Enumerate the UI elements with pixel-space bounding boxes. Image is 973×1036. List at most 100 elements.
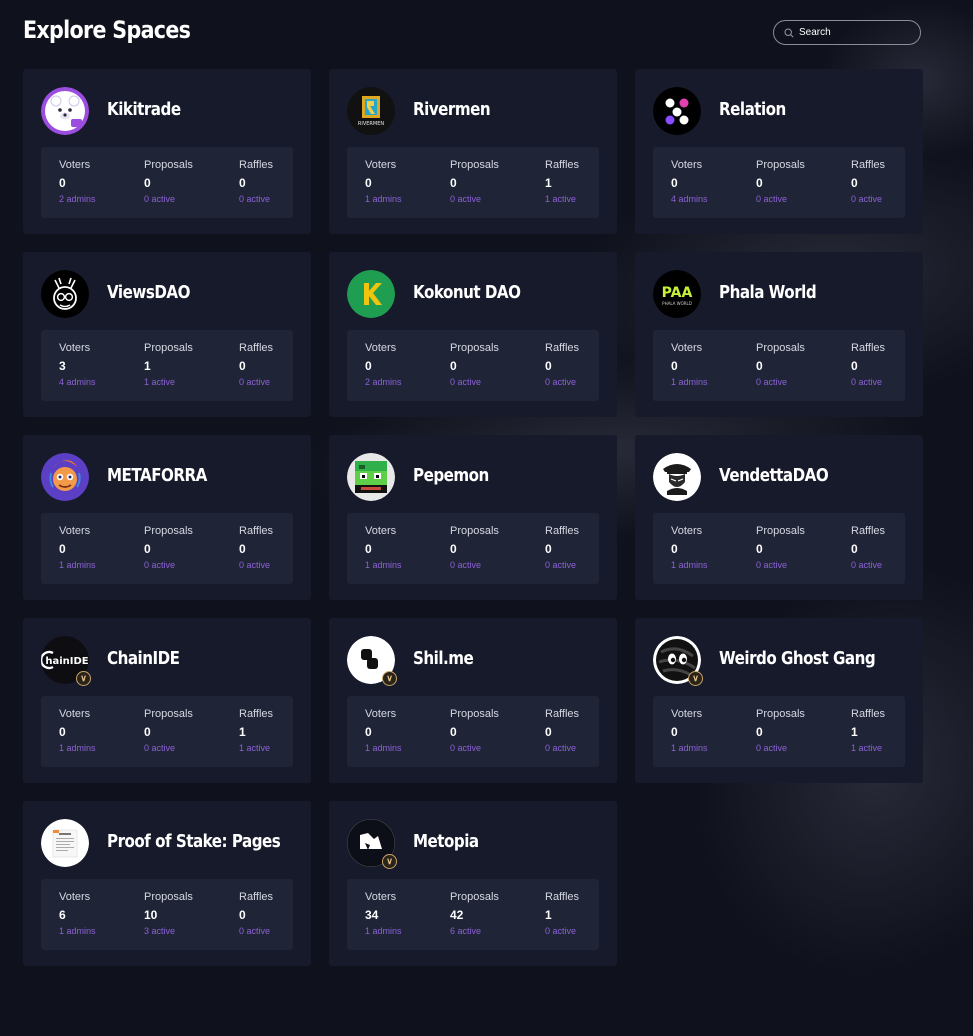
- voters-sublabel: 1 admins: [59, 926, 96, 936]
- space-name: Shil.me: [413, 648, 474, 669]
- search-box[interactable]: [773, 20, 921, 45]
- proposals-sublabel: 0 active: [756, 377, 788, 387]
- voters-label: Voters: [59, 159, 91, 171]
- proposals-count: 42: [450, 908, 464, 922]
- space-stats: Voters 0 1 admins Proposals 0 0 active Raffles…: [653, 513, 905, 584]
- search-icon: [784, 27, 794, 38]
- voters-label: Voters: [671, 342, 703, 354]
- space-card[interactable]: Relation Voters 0 4 admins Proposals 0 0 activ…: [635, 69, 923, 234]
- space-stats: Voters 0 1 admins Proposals 0 0 active Raffles…: [41, 513, 293, 584]
- space-card[interactable]: PAA PHALA WORLD Phala World Voters 0 1 admin…: [635, 252, 923, 417]
- raffles-label: Raffles: [545, 342, 580, 354]
- space-card[interactable]: VendettaDAO Voters 0 1 admins Proposals 0 0 ac…: [635, 435, 923, 600]
- proposals-label: Proposals: [144, 159, 193, 171]
- space-card[interactable]: RIVERMEN Rivermen Voters 0 1 admins Proposal…: [329, 69, 617, 234]
- proposals-count: 0: [144, 176, 151, 190]
- verified-badge-icon: ∨: [76, 671, 91, 686]
- space-card[interactable]: ∨ Weirdo Ghost Gang Voters 0 1 admins Proposa…: [635, 618, 923, 783]
- proposals-label: Proposals: [144, 342, 193, 354]
- space-stats: Voters 0 1 admins Proposals 0 0 active Raffles…: [347, 696, 599, 767]
- svg-text:hainIDE: hainIDE: [45, 656, 88, 667]
- space-card[interactable]: Proof of Stake: Pages Voters 6 1 admins Prop…: [23, 801, 311, 966]
- raffles-count: 0: [545, 725, 552, 739]
- voters-sublabel: 1 admins: [365, 560, 402, 570]
- raffles-label: Raffles: [851, 342, 886, 354]
- raffles-label: Raffles: [239, 891, 274, 903]
- space-card[interactable]: hainIDE ∨ ChainIDE Voters 0 1 admins Proposal…: [23, 618, 311, 783]
- voters-count: 0: [59, 542, 66, 556]
- shilme-logo: ∨: [347, 636, 397, 686]
- proposals-count: 0: [756, 359, 763, 373]
- proposals-label: Proposals: [144, 708, 193, 720]
- raffles-label: Raffles: [545, 891, 580, 903]
- metaforra-logo: [41, 453, 89, 501]
- space-name: Proof of Stake: Pages: [107, 831, 281, 852]
- proposals-sublabel: 0 active: [144, 743, 176, 753]
- voters-count: 0: [59, 725, 66, 739]
- space-name: Relation: [719, 99, 786, 120]
- voters-sublabel: 1 admins: [365, 194, 402, 204]
- proposals-label: Proposals: [756, 159, 805, 171]
- space-card[interactable]: METAFORRA Voters 0 1 admins Proposals 0 0 acti…: [23, 435, 311, 600]
- voters-label: Voters: [365, 342, 397, 354]
- voters-count: 0: [59, 176, 66, 190]
- raffles-sublabel: 0 active: [851, 560, 883, 570]
- svg-text:PAA: PAA: [662, 285, 693, 301]
- voters-count: 6: [59, 908, 66, 922]
- space-card[interactable]: ∨ Shil.me Voters 0 1 admins Proposals 0 0 activ…: [329, 618, 617, 783]
- raffles-count: 1: [239, 725, 246, 739]
- verified-badge-icon: ∨: [688, 671, 703, 686]
- raffles-count: 0: [545, 542, 552, 556]
- raffles-sublabel: 0 active: [545, 743, 577, 753]
- voters-count: 0: [365, 359, 372, 373]
- voters-sublabel: 4 admins: [671, 194, 708, 204]
- proposals-sublabel: 3 active: [144, 926, 176, 936]
- voters-sublabel: 1 admins: [671, 377, 708, 387]
- proposals-sublabel: 0 active: [144, 560, 176, 570]
- voters-count: 0: [671, 725, 678, 739]
- search-input[interactable]: [799, 27, 909, 38]
- viewsdao-logo: [41, 270, 89, 318]
- space-card[interactable]: Kokonut DAO Voters 0 2 admins Proposals 0 0 ac…: [329, 252, 617, 417]
- proposals-count: 10: [144, 908, 158, 922]
- vendetta-logo: [653, 453, 701, 501]
- raffles-count: 0: [239, 359, 246, 373]
- space-card[interactable]: Kikitrade Voters 0 2 admins Proposals 0 0 acti…: [23, 69, 311, 234]
- voters-label: Voters: [59, 891, 91, 903]
- proposals-sublabel: 0 active: [756, 560, 788, 570]
- space-card[interactable]: ∨ Metopia Voters 34 1 admins Proposals 42 6 act…: [329, 801, 617, 966]
- space-name: ViewsDAO: [107, 282, 190, 303]
- proposals-count: 0: [144, 725, 151, 739]
- raffles-label: Raffles: [239, 342, 274, 354]
- chainide-logo: hainIDE ∨: [41, 636, 91, 686]
- raffles-count: 0: [851, 176, 858, 190]
- space-card[interactable]: Pepemon Voters 0 1 admins Proposals 0 0 active…: [329, 435, 617, 600]
- proposals-count: 1: [144, 359, 151, 373]
- voters-count: 34: [365, 908, 379, 922]
- space-name: Kikitrade: [107, 99, 181, 120]
- proposals-label: Proposals: [450, 342, 499, 354]
- raffles-label: Raffles: [239, 159, 274, 171]
- raffles-label: Raffles: [545, 525, 580, 537]
- proposals-label: Proposals: [144, 525, 193, 537]
- proposals-label: Proposals: [756, 342, 805, 354]
- raffles-count: 0: [851, 542, 858, 556]
- raffles-label: Raffles: [239, 708, 274, 720]
- voters-count: 0: [365, 725, 372, 739]
- proposals-label: Proposals: [450, 159, 499, 171]
- voters-label: Voters: [365, 891, 397, 903]
- proposals-label: Proposals: [450, 525, 499, 537]
- raffles-count: 0: [239, 542, 246, 556]
- relation-logo: [653, 87, 701, 135]
- space-name: Phala World: [719, 282, 817, 303]
- raffles-sublabel: 0 active: [851, 194, 883, 204]
- space-card[interactable]: ViewsDAO Voters 3 4 admins Proposals 1 1 activ…: [23, 252, 311, 417]
- proposals-sublabel: 0 active: [450, 743, 482, 753]
- space-name: METAFORRA: [107, 465, 207, 486]
- space-name: Pepemon: [413, 465, 489, 486]
- voters-sublabel: 1 admins: [59, 560, 96, 570]
- raffles-sublabel: 0 active: [239, 926, 271, 936]
- space-stats: Voters 0 1 admins Proposals 0 0 active Raffles…: [347, 513, 599, 584]
- voters-sublabel: 1 admins: [671, 743, 708, 753]
- space-stats: Voters 3 4 admins Proposals 1 1 active Raffles…: [41, 330, 293, 401]
